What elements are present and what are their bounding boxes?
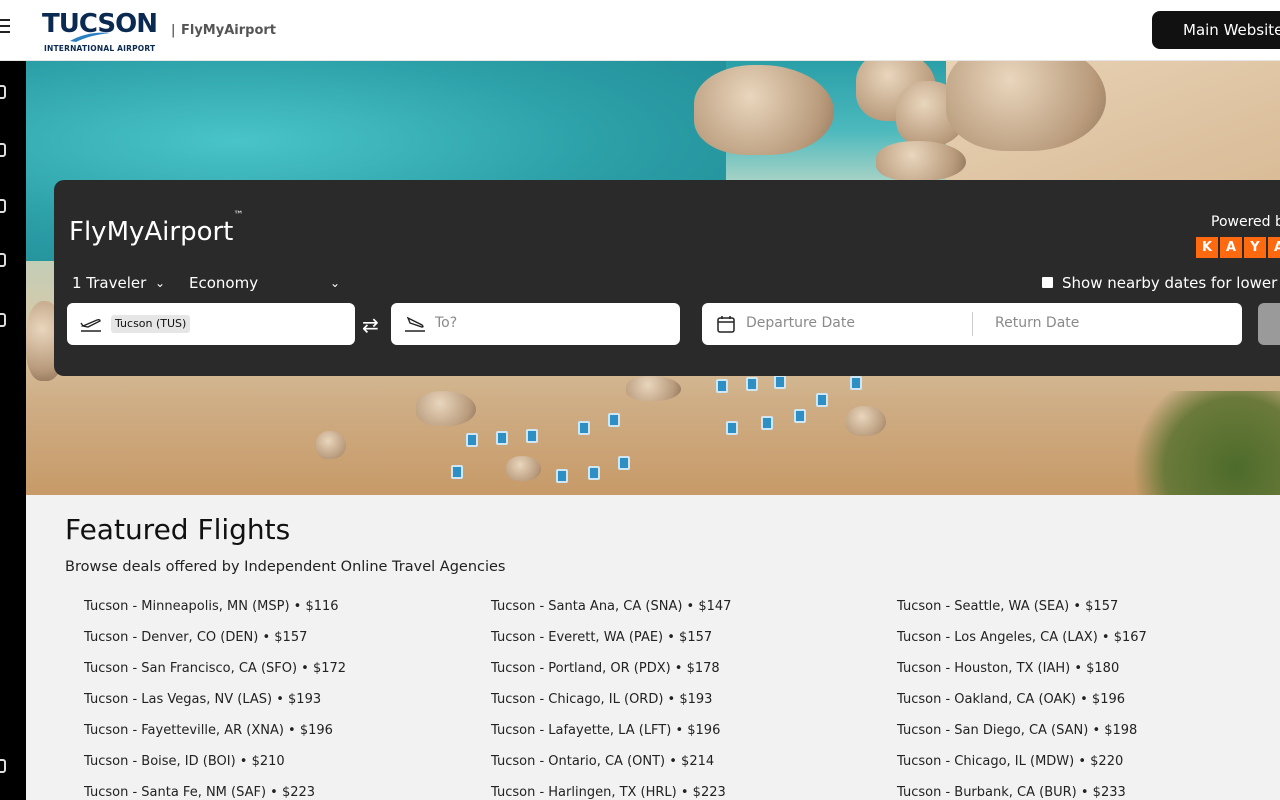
flight-deal-link[interactable]: Tucson - Lafayette, LA (LFT) • $196 xyxy=(491,721,731,752)
flight-deal-link[interactable]: Tucson - San Diego, CA (SAN) • $198 xyxy=(897,721,1147,752)
featured-column: Tucson - Santa Ana, CA (SNA) • $147 Tucs… xyxy=(491,597,731,800)
hero-rock xyxy=(846,406,886,436)
return-date-input[interactable]: Return Date xyxy=(995,315,1079,331)
hero-vegetation xyxy=(1116,391,1280,495)
flight-deal-link[interactable]: Tucson - Fayetteville, AR (XNA) • $196 xyxy=(84,721,346,752)
flight-deal-link[interactable]: Tucson - San Francisco, CA (SFO) • $172 xyxy=(84,659,346,690)
flight-deal-link[interactable]: Tucson - Harlingen, TX (HRL) • $223 xyxy=(491,783,731,800)
hero-rock xyxy=(876,141,966,181)
hero-umbrella xyxy=(746,377,758,391)
hero-umbrella xyxy=(850,376,862,390)
date-field[interactable]: Departure Date Return Date xyxy=(702,303,1242,345)
nearby-dates-checkbox[interactable] xyxy=(1042,277,1053,288)
cabin-class-select[interactable]: Economy xyxy=(189,274,258,292)
hero-rock xyxy=(506,456,541,481)
hero-rock xyxy=(316,431,346,459)
hero-umbrella xyxy=(774,375,786,389)
hero-umbrella xyxy=(556,469,568,483)
search-button[interactable] xyxy=(1258,303,1280,345)
menu-icon[interactable] xyxy=(0,19,10,33)
hero-umbrella xyxy=(466,433,478,447)
hero-umbrella xyxy=(816,393,828,407)
landing-icon xyxy=(405,316,425,332)
kayak-letter: Y xyxy=(1244,237,1266,258)
side-nav xyxy=(0,61,26,800)
flight-search-panel: FlyMyAirport™ Powered by K A Y A K 1 Tra… xyxy=(54,180,1280,376)
flight-deal-link[interactable]: Tucson - Denver, CO (DEN) • $157 xyxy=(84,628,346,659)
hero-umbrella xyxy=(608,413,620,427)
featured-flights-subtitle: Browse deals offered by Independent Onli… xyxy=(65,559,506,575)
chevron-down-icon[interactable]: ⌄ xyxy=(155,276,165,290)
date-divider xyxy=(972,312,973,336)
hero-umbrella xyxy=(761,416,773,430)
flight-deal-link[interactable]: Tucson - Minneapolis, MN (MSP) • $116 xyxy=(84,597,346,628)
flight-deal-link[interactable]: Tucson - Boise, ID (BOI) • $210 xyxy=(84,752,346,783)
nearby-dates-label[interactable]: Show nearby dates for lower fares xyxy=(1062,274,1280,292)
hero-umbrella xyxy=(526,429,538,443)
side-nav-icon[interactable] xyxy=(0,143,6,157)
logo-subtitle: INTERNATIONAL AIRPORT xyxy=(44,44,156,53)
hero-rock xyxy=(416,391,476,426)
flight-deal-link[interactable]: Tucson - Seattle, WA (SEA) • $157 xyxy=(897,597,1147,628)
flight-deal-link[interactable]: Tucson - Las Vegas, NV (LAS) • $193 xyxy=(84,690,346,721)
search-title: FlyMyAirport™ xyxy=(69,210,244,247)
origin-field[interactable]: Tucson (TUS) xyxy=(67,303,355,345)
flight-deal-link[interactable]: Tucson - Santa Ana, CA (SNA) • $147 xyxy=(491,597,731,628)
hero-rock xyxy=(694,65,834,155)
main-website-button[interactable]: Main Website xyxy=(1152,11,1280,49)
powered-by-label: Powered by xyxy=(1211,214,1280,230)
flight-deal-link[interactable]: Tucson - Everett, WA (PAE) • $157 xyxy=(491,628,731,659)
kayak-letter: A xyxy=(1268,237,1280,258)
flight-deal-link[interactable]: Tucson - Portland, OR (PDX) • $178 xyxy=(491,659,731,690)
flight-deal-link[interactable]: Tucson - Santa Fe, NM (SAF) • $223 xyxy=(84,783,346,800)
featured-column: Tucson - Minneapolis, MN (MSP) • $116 Tu… xyxy=(84,597,346,800)
origin-chip[interactable]: Tucson (TUS) xyxy=(111,315,191,333)
side-nav-icon[interactable] xyxy=(0,313,6,327)
flight-deal-link[interactable]: Tucson - Burbank, CA (BUR) • $233 xyxy=(897,783,1147,800)
side-nav-icon[interactable] xyxy=(0,253,6,267)
tucson-airport-logo[interactable]: TUCSON INTERNATIONAL AIRPORT xyxy=(42,9,166,55)
trademark-symbol: ™ xyxy=(233,210,244,222)
destination-input[interactable]: To? xyxy=(435,315,457,331)
brand-divider: | xyxy=(171,23,176,38)
hero-umbrella xyxy=(578,421,590,435)
flight-deal-link[interactable]: Tucson - Chicago, IL (MDW) • $220 xyxy=(897,752,1147,783)
logo-plane-swoosh-icon xyxy=(70,32,110,42)
travelers-select[interactable]: 1 Traveler xyxy=(72,274,146,292)
kayak-logo: K A Y A K xyxy=(1196,237,1280,258)
kayak-letter: A xyxy=(1220,237,1242,258)
flight-deal-link[interactable]: Tucson - Oakland, CA (OAK) • $196 xyxy=(897,690,1147,721)
destination-field[interactable]: To? xyxy=(391,303,680,345)
calendar-icon xyxy=(717,316,735,333)
takeoff-icon xyxy=(80,318,101,332)
chevron-down-icon[interactable]: ⌄ xyxy=(330,276,340,290)
flight-deal-link[interactable]: Tucson - Los Angeles, CA (LAX) • $167 xyxy=(897,628,1147,659)
site-header: TUCSON INTERNATIONAL AIRPORT | FlyMyAirp… xyxy=(0,0,1280,61)
hero-umbrella xyxy=(618,456,630,470)
featured-flights-title: Featured Flights xyxy=(65,513,291,546)
hero-umbrella xyxy=(496,431,508,445)
hero-umbrella xyxy=(794,409,806,423)
featured-column: Tucson - Seattle, WA (SEA) • $157 Tucson… xyxy=(897,597,1147,800)
side-nav-icon[interactable] xyxy=(0,85,6,99)
flight-deal-link[interactable]: Tucson - Ontario, CA (ONT) • $214 xyxy=(491,752,731,783)
flight-deal-link[interactable]: Tucson - Houston, TX (IAH) • $180 xyxy=(897,659,1147,690)
side-nav-icon[interactable] xyxy=(0,759,6,773)
hero-umbrella xyxy=(451,465,463,479)
hero-umbrella xyxy=(716,379,728,393)
flight-deal-link[interactable]: Tucson - Chicago, IL (ORD) • $193 xyxy=(491,690,731,721)
hero-rock xyxy=(626,376,681,401)
hero-umbrella xyxy=(588,466,600,480)
side-nav-icon[interactable] xyxy=(0,199,6,213)
brand-name: FlyMyAirport xyxy=(181,23,277,38)
swap-icon[interactable]: ⇄ xyxy=(362,313,379,337)
hero-umbrella xyxy=(726,421,738,435)
departure-date-input[interactable]: Departure Date xyxy=(746,315,855,331)
kayak-letter: K xyxy=(1196,237,1218,258)
